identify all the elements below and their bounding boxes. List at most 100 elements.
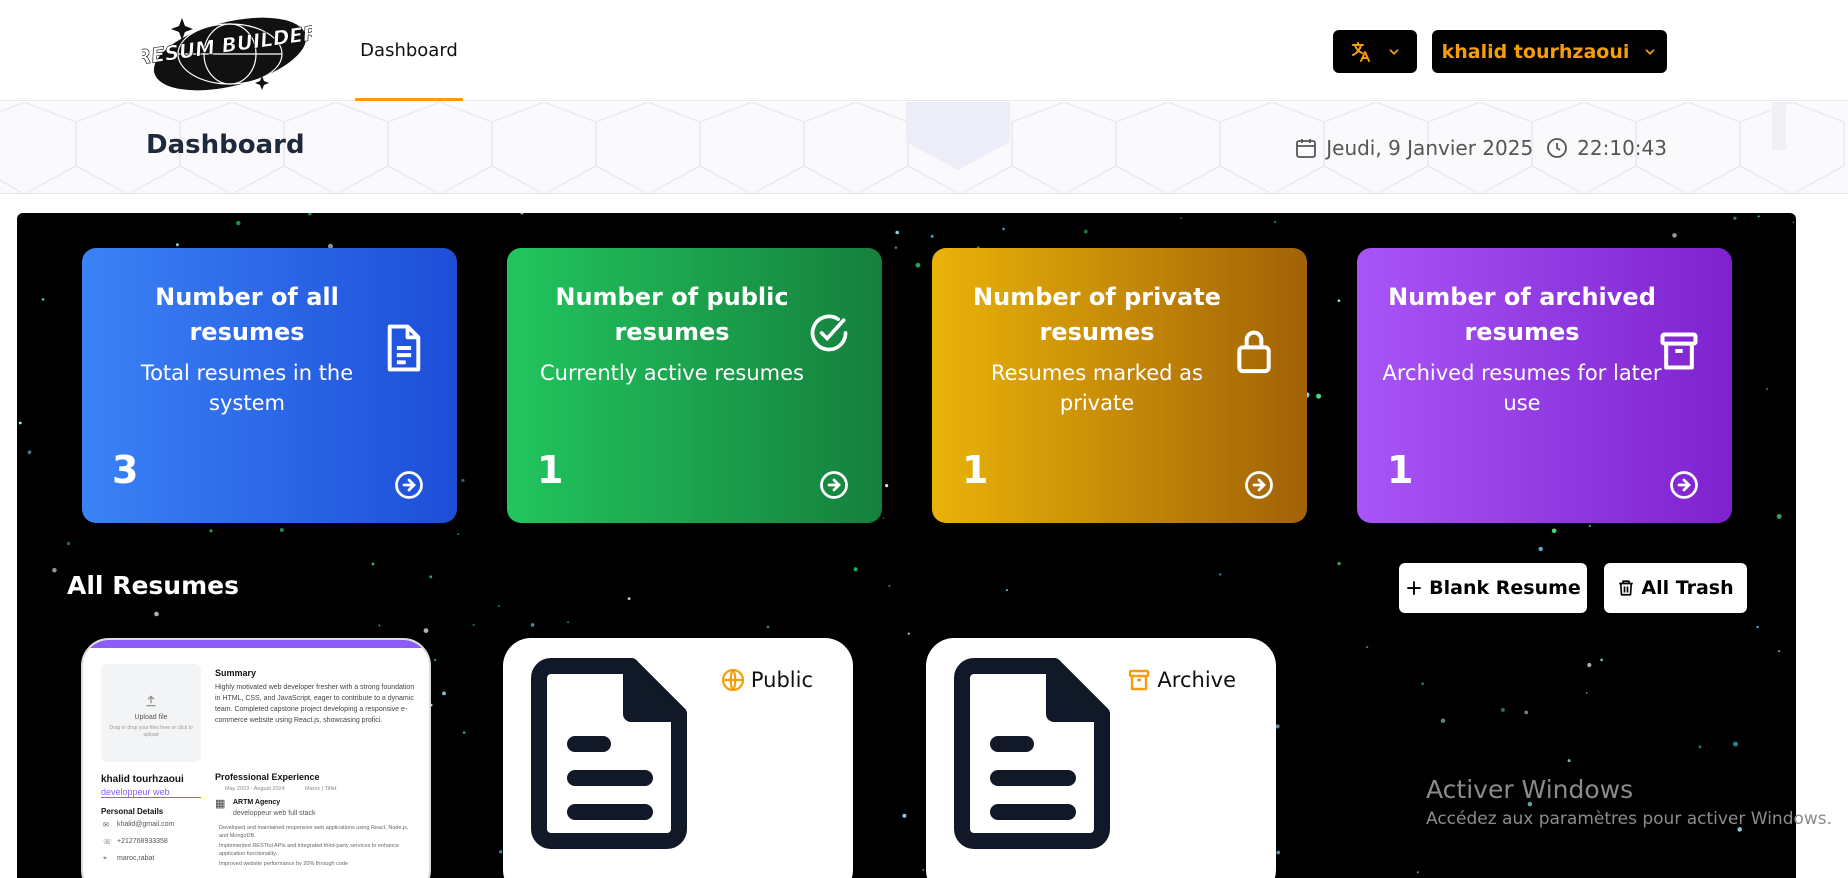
star-dot: [27, 450, 32, 455]
lock-icon: [1237, 330, 1271, 374]
stat-card-count: 1: [537, 448, 564, 492]
star-dot: [1766, 388, 1768, 390]
stat-card-title: Number of all resumes: [155, 283, 339, 346]
star-dot: [1567, 759, 1571, 763]
user-name: khalid tourhzaoui: [1441, 40, 1630, 63]
star-dot: [472, 623, 475, 627]
star-dot: [930, 234, 934, 238]
preview-exp-location: Maroc | Tiflet: [305, 786, 337, 792]
star-dot: [1440, 718, 1446, 723]
star-dot: [1416, 871, 1419, 874]
star-dot: [378, 624, 381, 627]
star-dot: [1083, 229, 1088, 234]
upload-photo-area[interactable]: Upload file Drag or drop your files here…: [101, 664, 201, 762]
visibility-badge: Archive: [1127, 668, 1236, 692]
upload-icon: [146, 695, 156, 707]
chevron-down-icon: [1389, 48, 1399, 55]
star-dot: [1698, 745, 1702, 749]
arrow-right-circle-icon[interactable]: [1669, 470, 1699, 500]
current-time: 22:10:43: [1577, 136, 1667, 160]
clock-icon: [1547, 138, 1568, 158]
star-dot: [567, 621, 569, 624]
star-dot: [922, 869, 924, 871]
chevron-down-icon: [1646, 48, 1655, 55]
resume-card[interactable]: Public: [503, 638, 853, 878]
user-menu-button[interactable]: khalid tourhzaoui: [1432, 30, 1667, 73]
badge-label: Archive: [1157, 668, 1236, 692]
upload-hint: Drag or drop your files here or click to…: [109, 725, 193, 738]
star-dot: [1005, 589, 1008, 592]
star-dot: [66, 541, 71, 546]
star-dot: [1757, 215, 1760, 218]
preview-location: maroc,rabat: [117, 855, 155, 862]
current-date: Jeudi, 9 Janvier 2025: [1326, 136, 1534, 160]
upload-title: Upload file: [134, 714, 168, 721]
star-dot: [853, 567, 858, 572]
stat-card-all[interactable]: Number of all resumes Total resumes in t…: [82, 248, 457, 523]
resume-card[interactable]: Archive: [926, 638, 1276, 878]
star-dot: [766, 625, 770, 629]
app-logo[interactable]: RESUM BUILDER: [134, 8, 320, 94]
stat-card-archived[interactable]: Number of archived resumes Archived resu…: [1357, 248, 1732, 523]
resume-card[interactable]: Upload file Drag or drop your files here…: [81, 638, 431, 878]
phone-icon: ☏: [103, 839, 112, 846]
arrow-right-circle-icon[interactable]: [1244, 470, 1274, 500]
star-dot: [902, 813, 907, 818]
star-dot: [907, 632, 910, 635]
star-dot: [530, 623, 535, 627]
star-dot: [882, 517, 885, 519]
stat-card-public[interactable]: Number of public resumes Currently activ…: [507, 248, 882, 523]
document-icon: [387, 324, 421, 372]
stat-card-desc: Archived resumes for later use: [1382, 361, 1662, 415]
star-dot: [1337, 561, 1341, 566]
star-dot: [1002, 227, 1005, 231]
star-dot: [307, 213, 312, 216]
language-button[interactable]: [1333, 30, 1417, 73]
star-dot: [175, 243, 179, 247]
star-dot: [434, 658, 437, 661]
star-dot: [885, 484, 889, 488]
star-dot: [461, 478, 465, 483]
star-dot: [1733, 741, 1738, 747]
star-dot: [1500, 707, 1505, 712]
all-trash-button[interactable]: All Trash: [1604, 563, 1747, 613]
star-dot: [1538, 546, 1543, 552]
stat-card-count: 3: [112, 448, 139, 492]
arrow-right-circle-icon[interactable]: [819, 470, 849, 500]
star-dot: [1585, 692, 1588, 694]
tab-dashboard[interactable]: Dashboard: [355, 0, 463, 101]
badge-label: Public: [750, 668, 813, 692]
star-dot: [1276, 850, 1281, 855]
preview-exp-role: developpeur web full stack: [233, 810, 316, 817]
preview-role: developpeur web: [101, 787, 201, 798]
date-time-display: Jeudi, 9 Janvier 2025 22:10:43: [1294, 136, 1667, 160]
star-dot: [915, 262, 921, 268]
star-dot: [1421, 682, 1424, 685]
preview-experience-title: Professional Experience: [215, 772, 320, 782]
star-dot: [1778, 650, 1781, 653]
calendar-icon: [1296, 139, 1317, 158]
resume-top-accent: [83, 640, 429, 648]
page-header: Dashboard Jeudi, 9 Janvier 2025 22:10:43: [0, 102, 1848, 194]
star-dot: [1275, 724, 1280, 729]
page-title: Dashboard: [146, 130, 305, 160]
star-dot: [462, 731, 466, 734]
preview-exp-bullet: Developed and maintained responsive web …: [219, 825, 409, 839]
star-dot: [18, 421, 22, 425]
globe-icon: [721, 668, 744, 692]
star-dot: [888, 584, 891, 587]
stat-card-desc: Resumes marked as private: [991, 361, 1203, 415]
stat-card-private[interactable]: Number of private resumes Resumes marked…: [932, 248, 1307, 523]
windows-activation-title: Activer Windows: [1426, 775, 1634, 804]
preview-phone: +212768933358: [117, 838, 168, 845]
stat-card-desc: Total resumes in the system: [140, 361, 354, 415]
check-circle-icon: [810, 314, 848, 352]
star-dot: [1600, 658, 1603, 662]
preview-exp-dates: May 2023 - August 2024: [225, 786, 285, 792]
section-title-all-resumes: All Resumes: [67, 571, 239, 600]
arrow-right-circle-icon[interactable]: [394, 470, 424, 500]
star-dot: [423, 628, 429, 633]
blank-resume-button[interactable]: Blank Resume: [1399, 563, 1587, 613]
windows-activation-hint: Accédez aux paramètres pour activer Wind…: [1426, 809, 1833, 829]
mail-icon: ✉: [103, 822, 109, 829]
